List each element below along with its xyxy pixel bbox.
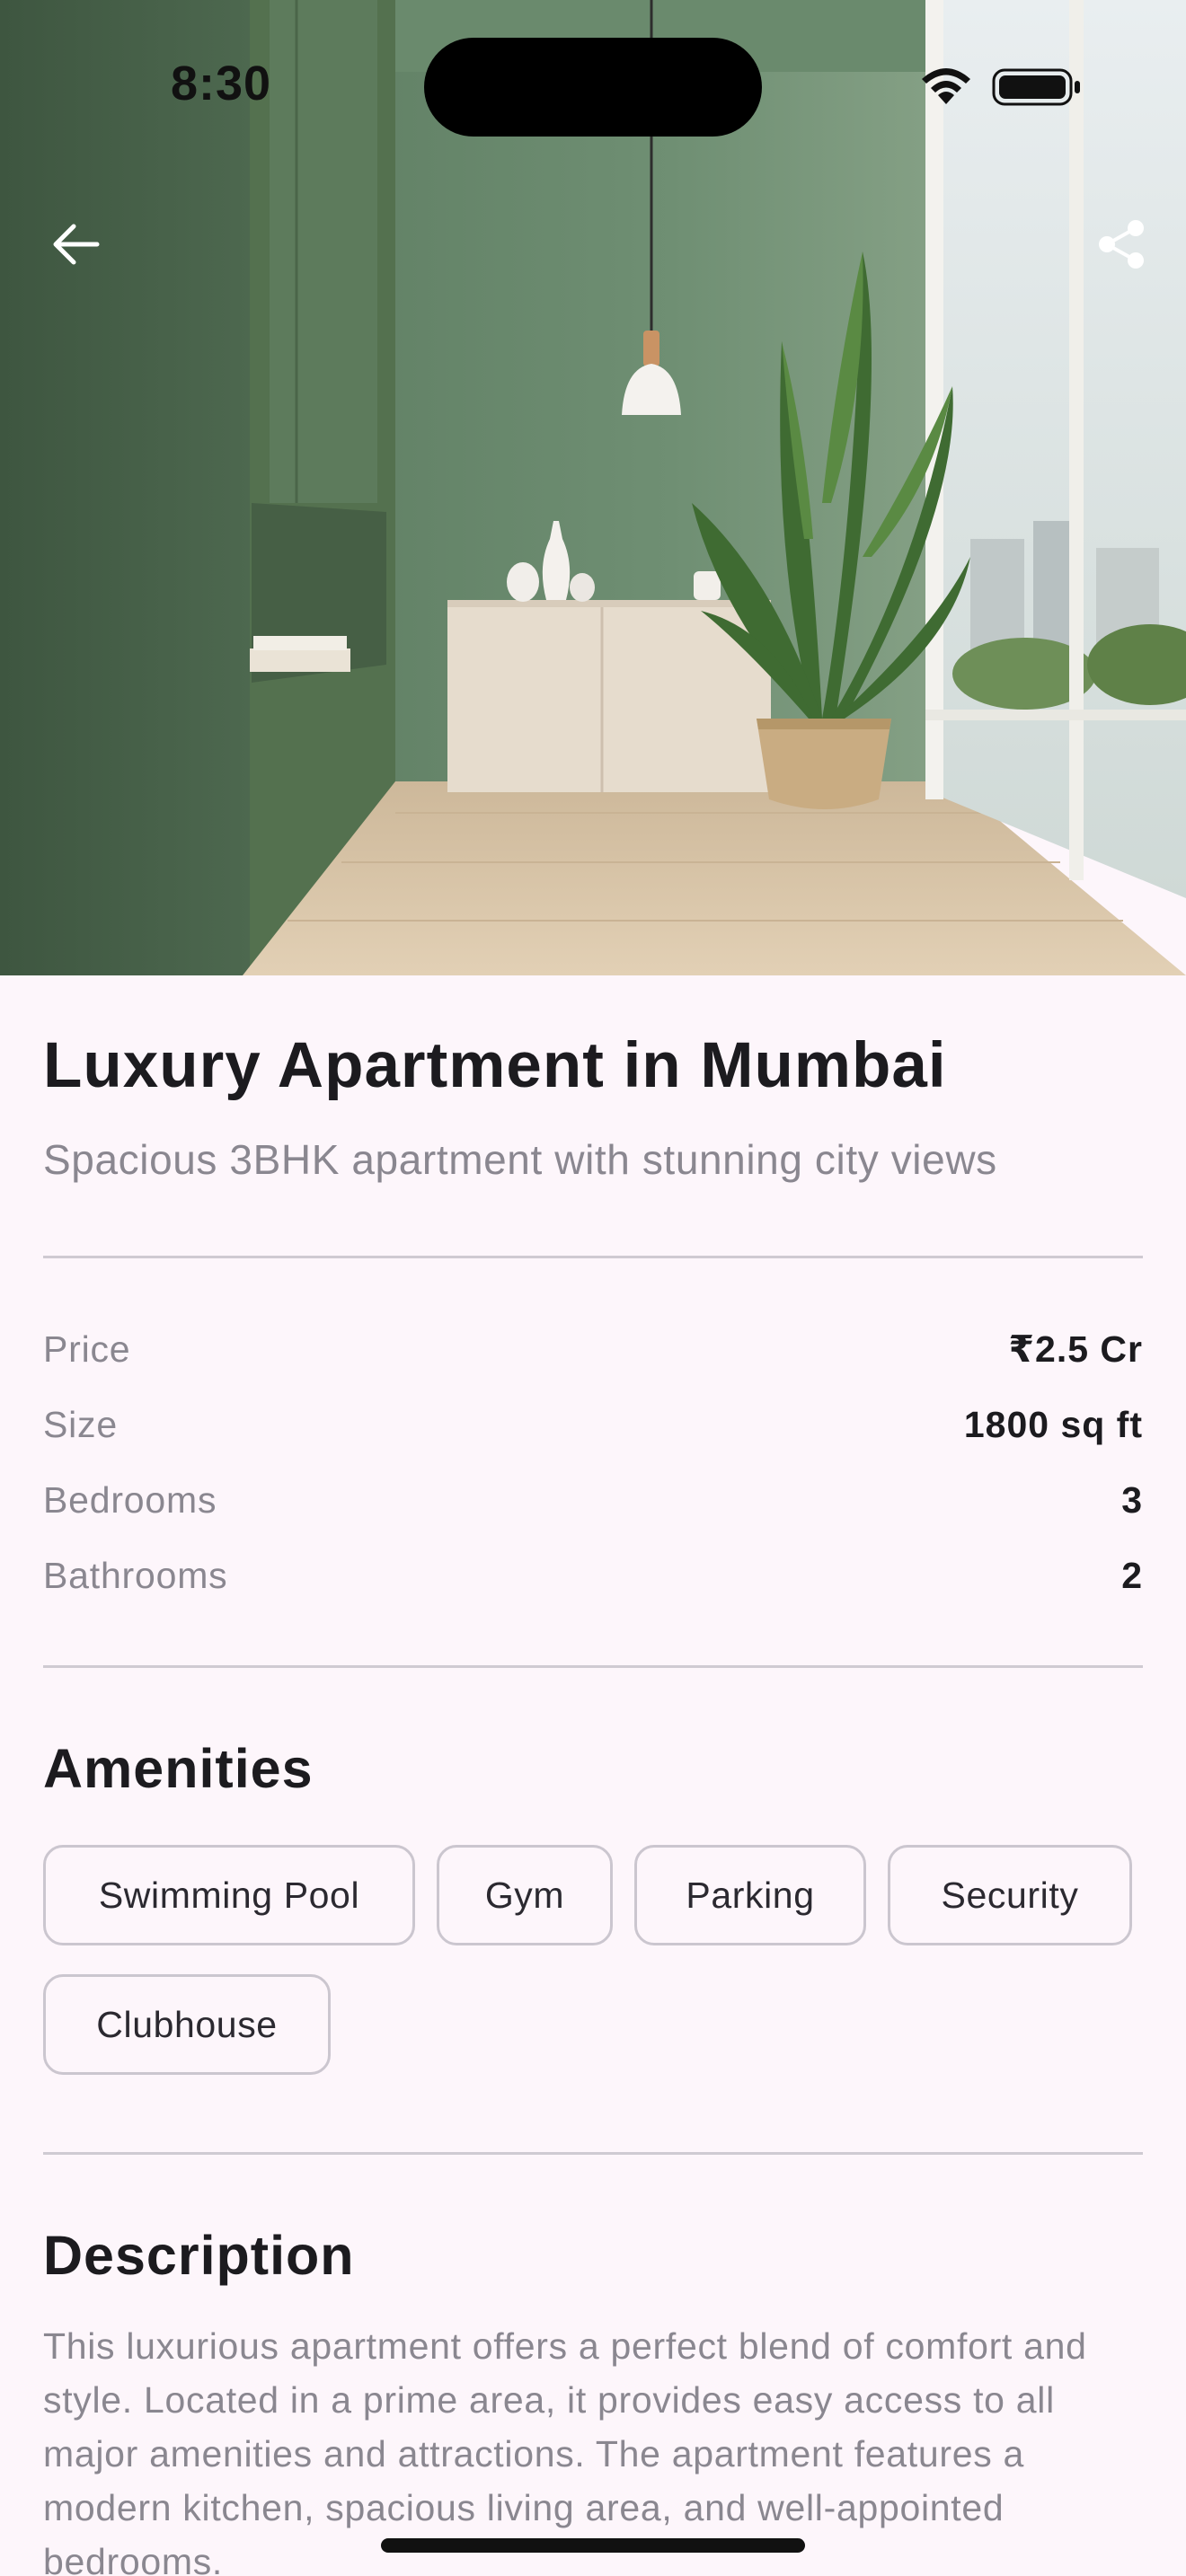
listing-subtitle: Spacious 3BHK apartment with stunning ci… <box>43 1136 997 1183</box>
amenity-chip-security[interactable]: Security <box>888 1845 1132 1945</box>
spec-label: Bathrooms <box>43 1554 228 1596</box>
share-icon <box>1099 220 1144 269</box>
amenity-chip-clubhouse[interactable]: Clubhouse <box>43 1974 331 2075</box>
back-button[interactable] <box>36 205 115 284</box>
spec-value: 2 <box>1121 1554 1143 1596</box>
spec-row-size: Size 1800 sq ft <box>43 1398 1143 1451</box>
spec-row-price: Price ₹2.5 Cr <box>43 1322 1143 1376</box>
arrow-left-icon <box>53 224 100 265</box>
description-heading: Description <box>43 2225 355 2286</box>
property-detail-screen: 8:30 Luxury Apartment in Mumbai Spacious… <box>0 0 1186 2576</box>
status-time: 8:30 <box>171 57 272 110</box>
spec-value: ₹2.5 Cr <box>1008 1328 1143 1370</box>
spec-value: 1800 sq ft <box>963 1403 1143 1445</box>
amenity-chip-gym[interactable]: Gym <box>437 1845 613 1945</box>
property-photo: 8:30 <box>0 0 1186 975</box>
home-indicator[interactable] <box>381 2538 805 2553</box>
dynamic-island <box>424 38 762 137</box>
battery-icon <box>992 68 1082 106</box>
spec-value: 3 <box>1121 1478 1143 1521</box>
amenities-heading: Amenities <box>43 1738 314 1799</box>
spec-row-bedrooms: Bedrooms 3 <box>43 1473 1143 1527</box>
amenity-chip-parking[interactable]: Parking <box>634 1845 866 1945</box>
listing-title: Luxury Apartment in Mumbai <box>43 1030 947 1101</box>
divider <box>43 1256 1143 1258</box>
spec-row-bathrooms: Bathrooms 2 <box>43 1548 1143 1602</box>
amenity-chip-swimming-pool[interactable]: Swimming Pool <box>43 1845 415 1945</box>
spec-label: Price <box>43 1328 131 1370</box>
spec-label: Size <box>43 1403 118 1445</box>
wifi-icon <box>916 63 976 106</box>
share-button[interactable] <box>1082 205 1161 284</box>
spec-label: Bedrooms <box>43 1478 217 1521</box>
divider <box>43 1665 1143 1668</box>
divider <box>43 2152 1143 2155</box>
